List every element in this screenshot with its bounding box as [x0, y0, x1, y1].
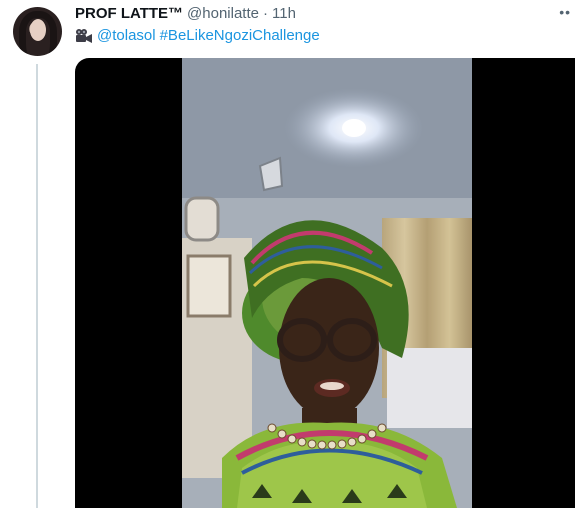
- timestamp[interactable]: 11h: [272, 5, 296, 22]
- avatar-face: [30, 19, 46, 41]
- mention-link[interactable]: @tolasol: [97, 27, 156, 44]
- video-player[interactable]: [75, 58, 575, 508]
- tweet-header: PROF LATTE™ @honilatte · 11h: [75, 5, 535, 27]
- more-options-icon[interactable]: ••: [559, 4, 571, 20]
- hashtag-link[interactable]: #BeLikeNgoziChallenge: [160, 27, 320, 44]
- display-name[interactable]: PROF LATTE™: [75, 5, 183, 22]
- video-frame: [182, 58, 472, 508]
- tweet-text: @tolasol #BeLikeNgoziChallenge: [75, 27, 320, 44]
- separator-dot: ·: [263, 5, 268, 22]
- movie-camera-icon: [76, 28, 92, 43]
- video-still: [182, 58, 472, 508]
- author-avatar[interactable]: [13, 7, 62, 56]
- thread-line: [36, 64, 38, 508]
- user-handle[interactable]: @honilatte: [187, 5, 259, 22]
